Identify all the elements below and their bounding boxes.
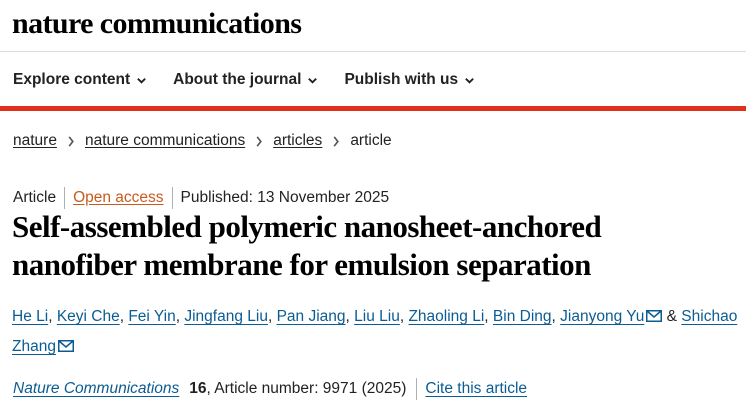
author-link[interactable]: Bin Ding <box>493 308 552 325</box>
citation-line: Nature Communications 16 , Article numbe… <box>13 378 527 400</box>
breadcrumb: nature nature communications articles ar… <box>13 132 392 150</box>
mail-icon[interactable] <box>57 340 74 352</box>
nav-publish-with-us[interactable]: Publish with us <box>344 71 475 89</box>
chevron-down-icon <box>465 77 474 84</box>
article-meta: Article Open access Published: 13 Novemb… <box>13 187 389 209</box>
breadcrumb-articles[interactable]: articles <box>273 132 322 150</box>
author-link[interactable]: Pan Jiang <box>277 308 346 325</box>
journal-link[interactable]: Nature Communications <box>13 380 179 398</box>
chevron-right-icon <box>245 135 273 147</box>
author-list: He Li, Keyi Che, Fei Yin, Jingfang Liu, … <box>12 308 738 355</box>
author-link[interactable]: Zhaoling Li <box>408 308 484 325</box>
main-nav: Explore content About the journal Publis… <box>13 64 475 96</box>
mail-icon[interactable] <box>646 310 663 322</box>
masthead: nature communications <box>12 4 302 44</box>
author-link[interactable]: Jianyong Yu <box>560 308 644 325</box>
nav-explore-content-label: Explore content <box>13 71 131 88</box>
chevron-down-icon <box>137 77 146 84</box>
article-title: Self-assembled polymeric nanosheet-ancho… <box>12 209 602 282</box>
meta-divider <box>64 187 66 209</box>
nav-publish-with-us-label: Publish with us <box>344 71 459 88</box>
meta-divider <box>171 187 173 209</box>
nav-about-journal-label: About the journal <box>173 71 302 88</box>
nav-about-journal[interactable]: About the journal <box>173 71 318 89</box>
accent-rule <box>0 106 746 111</box>
breadcrumb-current: article <box>350 132 392 149</box>
volume-number: 16 <box>189 380 207 397</box>
author-link[interactable]: Liu Liu <box>354 308 400 325</box>
site-logo[interactable]: nature communications <box>12 7 302 41</box>
chevron-down-icon <box>308 77 318 84</box>
article-type: Article <box>13 189 57 206</box>
author-link[interactable]: Jingfang Liu <box>184 308 268 325</box>
breadcrumb-nature-communications[interactable]: nature communications <box>85 132 245 150</box>
author-joiner: & <box>666 308 677 325</box>
open-access-link[interactable]: Open access <box>73 189 163 207</box>
breadcrumb-nature[interactable]: nature <box>13 132 57 150</box>
published-date: Published: 13 November 2025 <box>180 189 390 206</box>
author-link[interactable]: Keyi Che <box>57 308 120 325</box>
author-link[interactable]: He Li <box>12 308 48 325</box>
chevron-right-icon <box>57 135 85 147</box>
citation-divider <box>416 378 418 400</box>
nav-explore-content[interactable]: Explore content <box>13 71 147 89</box>
cite-this-article-link[interactable]: Cite this article <box>425 380 527 398</box>
author-link[interactable]: Fei Yin <box>128 308 175 325</box>
article-number: , Article number: 9971 (2025) <box>206 380 407 397</box>
chevron-right-icon <box>322 135 350 147</box>
header-divider <box>0 51 746 52</box>
